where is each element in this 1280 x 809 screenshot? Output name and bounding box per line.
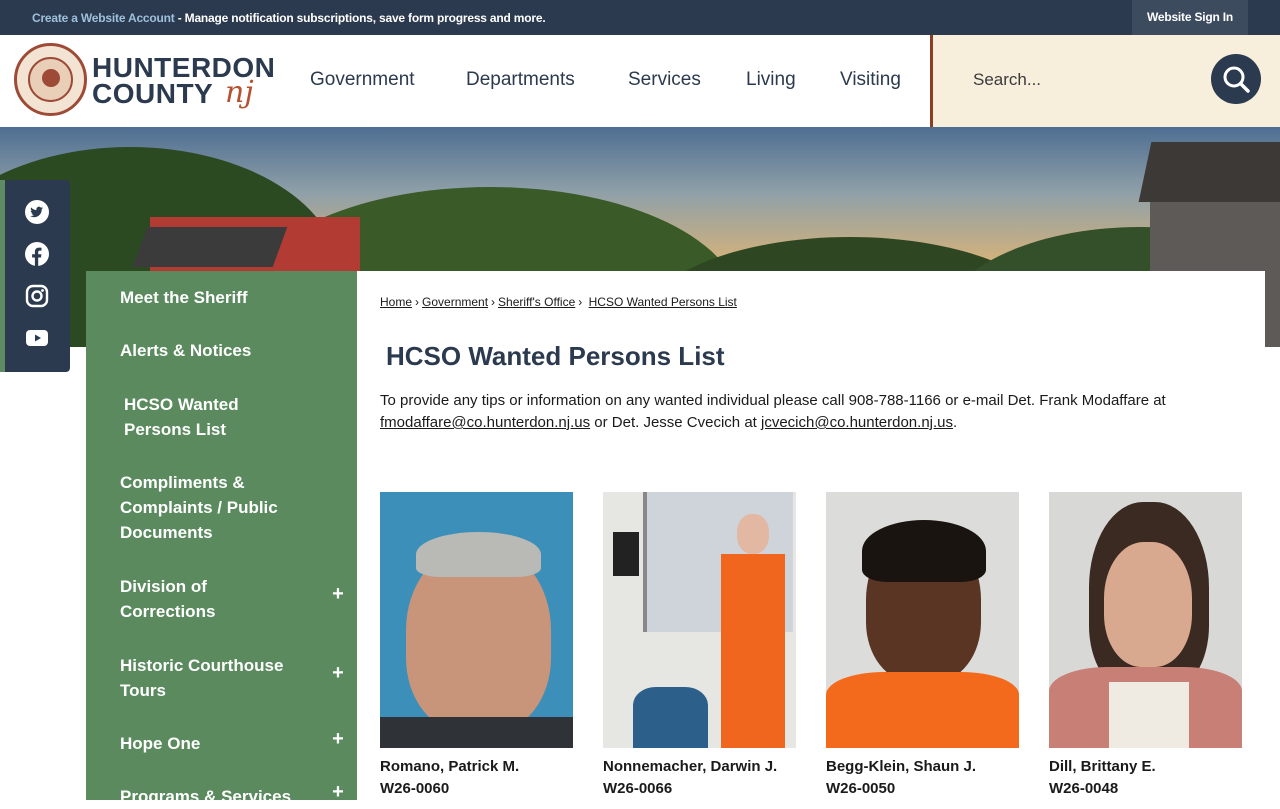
wanted-person-card: Begg-Klein, Shaun J. W26-0050 xyxy=(826,492,1019,800)
main-content: Home › Government › Sheriff's Office › HCSO W… xyxy=(357,271,1265,800)
email-link-cvecich[interactable]: jcvecich@co.hunterdon.nj.us xyxy=(761,414,953,431)
person-name: Nonnemacher, Darwin J. xyxy=(603,758,778,775)
email-link-modaffare[interactable]: fmodaffare@co.hunterdon.nj.us xyxy=(380,414,590,431)
tips-text: or Det. Jesse Cvecich at xyxy=(590,414,761,431)
site-header: HUNTERDON COUNTY nj Government Departmen… xyxy=(0,35,1280,127)
social-accent-stripe xyxy=(0,180,5,372)
wanted-person-card: Romano, Patrick M. W26-0060 xyxy=(380,492,573,800)
nav-government[interactable]: Government xyxy=(310,35,415,127)
page-title: HCSO Wanted Persons List xyxy=(386,341,725,371)
seal-inner-ring xyxy=(28,57,73,102)
tips-text: . xyxy=(953,414,958,431)
sidebar-item-corrections[interactable]: Division of Corrections xyxy=(120,574,260,624)
facebook-icon[interactable] xyxy=(25,242,49,266)
breadcrumb-separator: › xyxy=(415,295,420,309)
youtube-icon[interactable] xyxy=(25,326,49,350)
sidebar-item-meet-sheriff[interactable]: Meet the Sheriff xyxy=(120,285,310,310)
breadcrumb-sheriffs-office[interactable]: Sheriff's Office xyxy=(498,295,575,309)
sheriff-sidebar-nav: Meet the Sheriff Alerts & Notices HCSO W… xyxy=(86,271,357,806)
warrant-id: W26-0060 xyxy=(380,780,450,797)
county-seal-logo[interactable] xyxy=(14,43,87,116)
breadcrumb-home[interactable]: Home xyxy=(380,295,412,309)
search-icon xyxy=(1223,66,1250,93)
warrant-id: W26-0048 xyxy=(1049,780,1119,797)
breadcrumb-separator: › xyxy=(491,295,496,309)
sidebar-item-compliments[interactable]: Compliments & Complaints / Public Docume… xyxy=(120,470,305,545)
sidebar-item-hope-one[interactable]: Hope One xyxy=(120,731,310,756)
wanted-person-card: Nonnemacher, Darwin J. W26-0066 xyxy=(603,492,796,800)
social-media-bar xyxy=(0,180,70,372)
breadcrumb-current[interactable]: HCSO Wanted Persons List xyxy=(589,295,737,309)
sidebar-item-wanted-persons[interactable]: HCSO Wanted Persons List xyxy=(120,392,270,442)
search-area xyxy=(930,35,1280,127)
breadcrumb-government[interactable]: Government xyxy=(422,295,488,309)
seal-tree-emblem xyxy=(42,69,60,87)
nav-living[interactable]: Living xyxy=(746,35,796,127)
tips-paragraph: To provide any tips or information on an… xyxy=(380,390,1210,434)
expand-courthouse-button[interactable]: + xyxy=(330,662,346,685)
expand-hope-one-button[interactable]: + xyxy=(330,728,346,751)
search-input[interactable] xyxy=(973,65,1193,95)
sidebar-item-alerts[interactable]: Alerts & Notices xyxy=(120,338,310,363)
tips-text: To provide any tips or information on an… xyxy=(380,392,1166,409)
search-button[interactable] xyxy=(1211,54,1261,104)
nav-services[interactable]: Services xyxy=(628,35,701,127)
instagram-icon[interactable] xyxy=(25,284,49,308)
warrant-id: W26-0050 xyxy=(826,780,896,797)
sidebar-item-courthouse-tours[interactable]: Historic Courthouse Tours xyxy=(120,653,300,703)
brand-line2[interactable]: COUNTY xyxy=(92,80,213,108)
expand-programs-button[interactable]: + xyxy=(330,781,346,804)
sidebar-item-programs[interactable]: Programs & Services xyxy=(120,784,320,809)
account-notice-text: - Manage notification subscriptions, sav… xyxy=(174,11,546,25)
mugshot-photo[interactable] xyxy=(380,492,573,748)
brand-nj-script: nj xyxy=(225,75,254,110)
person-name: Begg-Klein, Shaun J. xyxy=(826,758,977,775)
expand-corrections-button[interactable]: + xyxy=(330,583,346,606)
nav-departments[interactable]: Departments xyxy=(466,35,575,127)
nav-visiting[interactable]: Visiting xyxy=(840,35,901,127)
mugshot-photo[interactable] xyxy=(603,492,796,748)
create-account-link[interactable]: Create a Website Account xyxy=(32,11,175,25)
breadcrumb: Home › Government › Sheriff's Office › HCSO W… xyxy=(380,295,737,309)
mugshot-photo[interactable] xyxy=(1049,492,1242,748)
person-name: Dill, Brittany E. xyxy=(1049,758,1156,775)
breadcrumb-separator: › xyxy=(578,295,583,309)
wanted-person-card: Dill, Brittany E. W26-0048 xyxy=(1049,492,1242,800)
mugshot-photo[interactable] xyxy=(826,492,1019,748)
website-signin-button[interactable]: Website Sign In xyxy=(1132,0,1248,35)
warrant-id: W26-0066 xyxy=(603,780,673,797)
utility-bar: Create a Website Account - Manage notifi… xyxy=(0,0,1280,35)
person-name: Romano, Patrick M. xyxy=(380,758,520,775)
account-notice: Create a Website Account - Manage notifi… xyxy=(32,11,546,25)
twitter-icon[interactable] xyxy=(25,200,49,224)
